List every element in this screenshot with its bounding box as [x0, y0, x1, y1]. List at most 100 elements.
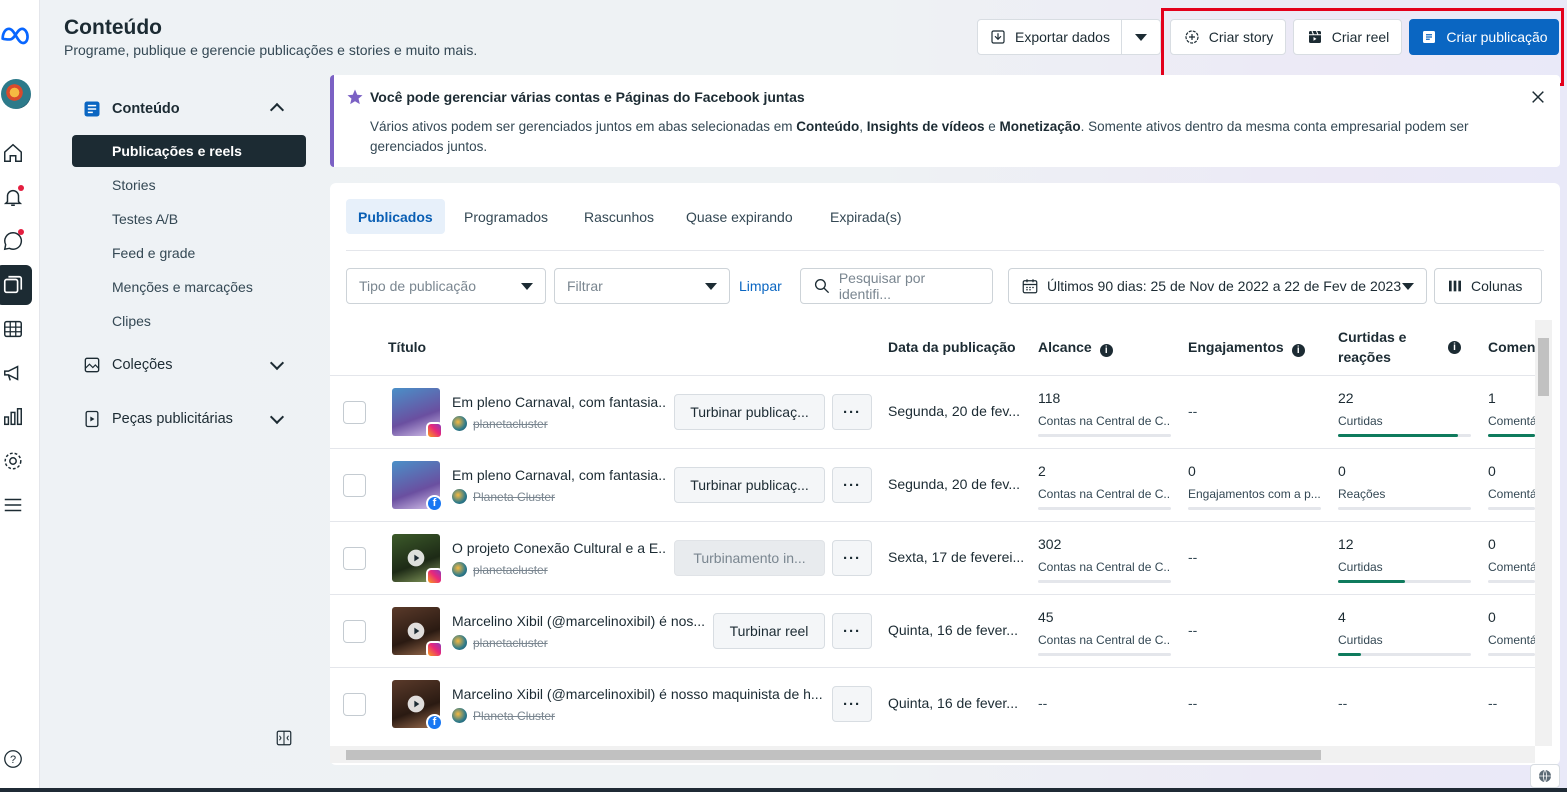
nav-item-stories[interactable]: Stories — [112, 177, 156, 193]
nav-section-collections-label: Coleções — [112, 357, 173, 373]
tab-drafts[interactable]: Rascunhos — [572, 199, 666, 234]
info-icon[interactable]: i — [1291, 344, 1305, 357]
nav-item-clips[interactable]: Clipes — [112, 313, 151, 329]
vertical-scroll-thumb[interactable] — [1538, 338, 1549, 396]
table-row[interactable]: Em pleno Carnaval, com fantasia... planet… — [330, 375, 1535, 448]
boost-button[interactable]: Turbinar publicaç... — [674, 394, 825, 430]
globe-button[interactable] — [1530, 764, 1560, 788]
tab-divider — [346, 250, 1544, 251]
metric-likes-bar — [1338, 580, 1471, 583]
tab-published[interactable]: Publicados — [346, 199, 445, 234]
table-row[interactable]: f Marcelino Xibil (@marcelinoxibil) é nos… — [330, 667, 1535, 740]
post-account-name: planetacluster — [473, 562, 548, 577]
caret-down-icon — [1402, 283, 1414, 290]
menu-icon[interactable] — [0, 492, 26, 518]
post-title[interactable]: Em pleno Carnaval, com fantasia... — [452, 467, 666, 483]
col-likes[interactable]: Curtidas e reações — [1338, 327, 1406, 367]
horizontal-scroll-thumb[interactable] — [346, 750, 1321, 760]
instagram-icon — [426, 641, 443, 658]
row-checkbox[interactable] — [343, 547, 366, 570]
svg-text:?: ? — [10, 754, 16, 766]
content-card: Publicados Programados Rascunhos Quase e… — [330, 183, 1560, 765]
nav-section-ads[interactable]: Peças publicitárias — [82, 409, 233, 429]
settings-icon[interactable] — [0, 448, 26, 474]
nav-item-feed-grid[interactable]: Feed e grade — [112, 245, 195, 261]
col-reach-label: Alcance — [1038, 339, 1092, 355]
tab-expired[interactable]: Expirada(s) — [818, 199, 914, 234]
clear-filters-link[interactable]: Limpar — [739, 278, 782, 294]
table-row[interactable]: f Em pleno Carnaval, com fantasia... Plane… — [330, 448, 1535, 521]
filter-select[interactable]: Filtrar — [554, 268, 730, 304]
insights-icon[interactable] — [0, 404, 26, 430]
taskbar-strip — [0, 788, 1567, 792]
table-icon[interactable] — [0, 316, 26, 342]
col-engagement[interactable]: Engajamentos i — [1188, 337, 1305, 357]
search-icon — [814, 279, 830, 294]
chevron-down-icon[interactable] — [269, 355, 285, 371]
metric-comments-label: Comentá — [1488, 560, 1535, 574]
columns-button[interactable]: Colunas — [1434, 268, 1542, 304]
boost-button[interactable]: Turbinar publicaç... — [674, 467, 825, 503]
post-title[interactable]: Marcelino Xibil (@marcelinoxibil) é nos.… — [452, 613, 705, 629]
globe-icon — [1539, 769, 1551, 783]
tab-expiring[interactable]: Quase expirando — [674, 199, 805, 234]
account-avatar[interactable] — [0, 78, 32, 110]
horizontal-scrollbar[interactable] — [330, 746, 1535, 763]
collapse-sidebar-icon[interactable] — [275, 729, 293, 747]
help-icon[interactable]: ? — [0, 746, 26, 772]
more-options-button[interactable]: ··· — [832, 394, 872, 430]
chevron-down-icon[interactable] — [269, 409, 285, 425]
col-comments[interactable]: Comen — [1488, 337, 1535, 357]
post-title[interactable]: Marcelino Xibil (@marcelinoxibil) é noss… — [452, 686, 824, 702]
more-options-button[interactable]: ··· — [832, 613, 872, 649]
table-row[interactable]: Marcelino Xibil (@marcelinoxibil) é nos.… — [330, 594, 1535, 667]
nav-item-posts-reels[interactable]: Publicações e reels — [72, 135, 306, 167]
nav-section-content[interactable]: Conteúdo — [82, 99, 180, 119]
collections-icon — [84, 357, 100, 373]
post-title[interactable]: O projeto Conexão Cultural e a E... — [452, 540, 666, 556]
page-subtitle: Programe, publique e gerencie publicaçõe… — [64, 42, 478, 58]
row-checkbox[interactable] — [343, 620, 366, 643]
content-icon[interactable] — [0, 272, 26, 298]
col-likes-label-2: reações — [1338, 349, 1391, 365]
post-date: Sexta, 17 de feverei... — [888, 549, 1025, 565]
col-title[interactable]: Título — [388, 337, 426, 357]
info-icon[interactable]: i — [1448, 341, 1461, 354]
meta-logo-icon[interactable] — [0, 22, 32, 48]
row-checkbox[interactable] — [343, 693, 366, 716]
col-date[interactable]: Data da publicação — [888, 337, 1016, 357]
export-data-button[interactable]: Exportar dados — [977, 19, 1122, 55]
table-row[interactable]: O projeto Conexão Cultural e a E... plane… — [330, 521, 1535, 594]
nav-section-collections[interactable]: Coleções — [82, 355, 172, 375]
home-icon[interactable] — [0, 140, 26, 166]
date-range-select[interactable]: Últimos 90 dias: 25 de Nov de 2022 a 22 … — [1008, 268, 1427, 304]
search-input[interactable]: Pesquisar por identifi... — [800, 268, 993, 304]
metric-likes-bar-fill — [1338, 434, 1458, 437]
export-dropdown-button[interactable] — [1121, 19, 1161, 55]
boost-button[interactable]: Turbinar reel — [713, 613, 825, 649]
nav-item-mentions[interactable]: Menções e marcações — [112, 279, 253, 295]
post-type-select[interactable]: Tipo de publicação — [346, 268, 546, 304]
tab-scheduled[interactable]: Programados — [452, 199, 560, 234]
megaphone-icon[interactable] — [0, 360, 26, 386]
boost-button[interactable]: Turbinamento in... — [674, 540, 825, 576]
row-checkbox[interactable] — [343, 474, 366, 497]
row-checkbox[interactable] — [343, 401, 366, 424]
info-icon[interactable]: i — [1099, 344, 1113, 357]
metric-likes-bar — [1338, 434, 1471, 437]
nav-item-ab-tests[interactable]: Testes A/B — [112, 211, 178, 227]
reel-play-icon — [407, 622, 425, 640]
more-options-button[interactable]: ··· — [832, 540, 872, 576]
metric-reach-bar — [1038, 434, 1171, 437]
chevron-up-icon[interactable] — [269, 102, 285, 118]
post-date: Segunda, 20 de fev... — [888, 476, 1021, 492]
post-title[interactable]: Em pleno Carnaval, com fantasia... — [452, 394, 666, 410]
close-icon[interactable] — [1530, 89, 1546, 105]
metric-reach-bar — [1038, 507, 1171, 510]
export-icon — [991, 30, 1005, 44]
col-reach[interactable]: Alcance i — [1038, 337, 1113, 357]
more-options-button[interactable]: ··· — [832, 467, 872, 503]
post-account: planetacluster — [452, 635, 548, 650]
more-options-button[interactable]: ··· — [832, 686, 872, 722]
vertical-scrollbar[interactable] — [1535, 320, 1552, 746]
